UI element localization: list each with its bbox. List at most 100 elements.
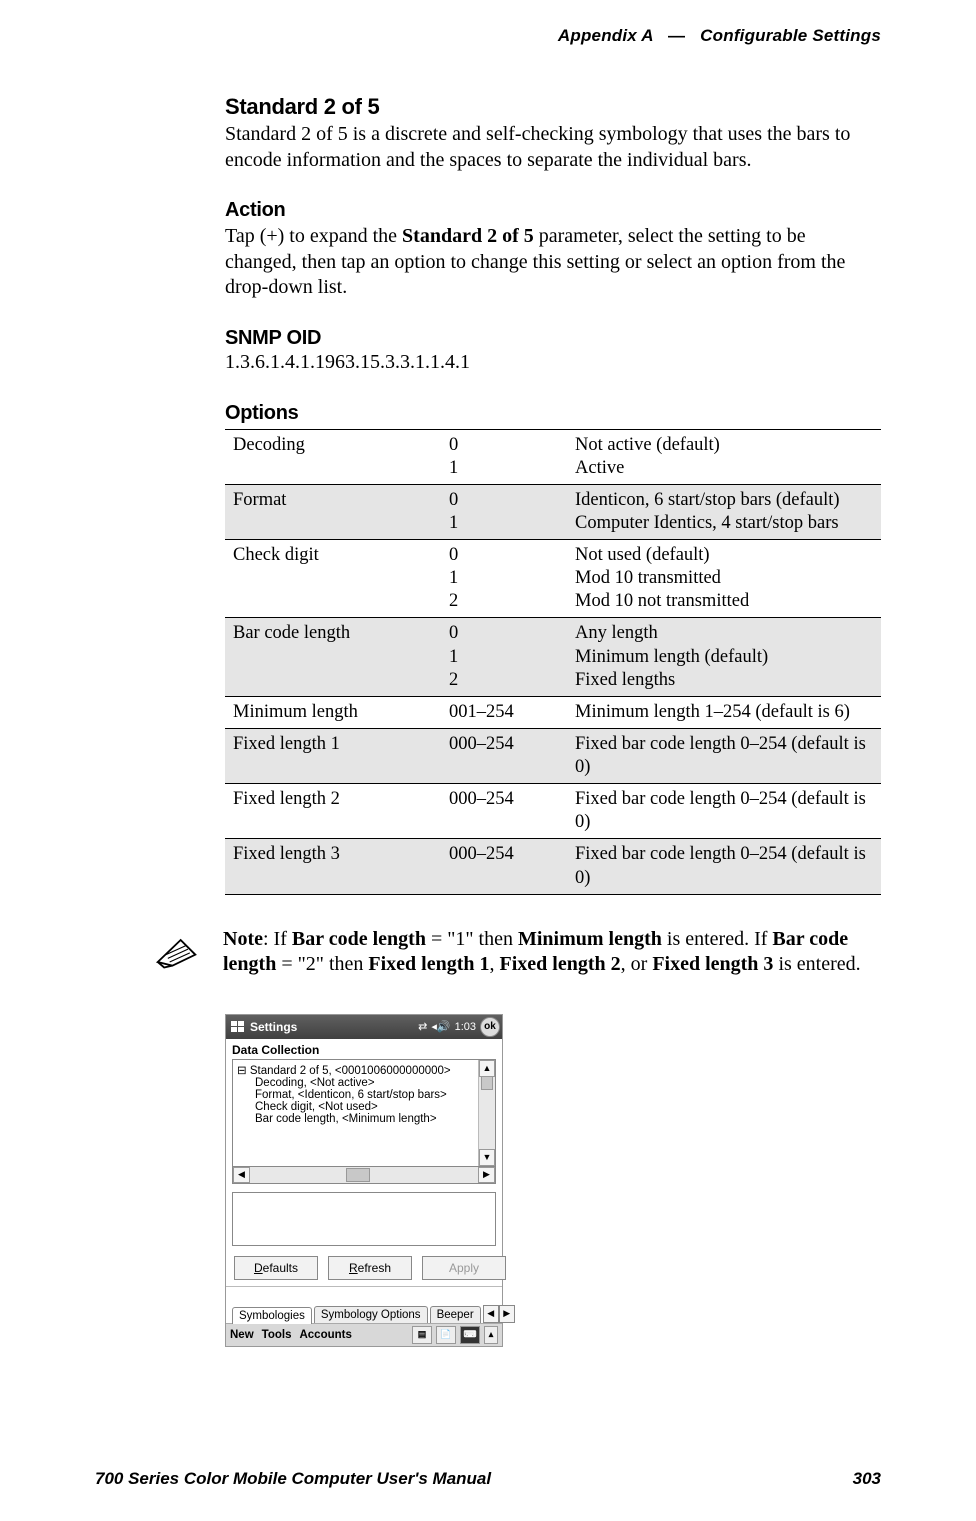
windows-flag-icon (230, 1019, 246, 1035)
scroll-left-arrow-icon[interactable]: ◀ (233, 1167, 250, 1183)
tree-root-label: Standard 2 of 5, <0001006000000000> (250, 1065, 451, 1077)
tab-symbology-options[interactable]: Symbology Options (314, 1306, 428, 1323)
v-scroll-thumb[interactable] (481, 1076, 493, 1090)
ok-button[interactable]: ok (480, 1017, 500, 1037)
window-titlebar: Settings ⇄ ◂🔊 1:03 ok (226, 1015, 502, 1039)
footer-page-number: 303 (853, 1469, 881, 1489)
note-prefix: Note (223, 928, 263, 950)
toolbar-icon-2[interactable]: 📄 (436, 1326, 456, 1344)
tree-item-decoding[interactable]: Decoding, <Not active> (233, 1077, 495, 1089)
note-a: : If (263, 928, 292, 950)
bottom-menu-bar: New Tools Accounts ▤ 📄 ⌨ ▴ (226, 1323, 502, 1346)
note-b6: Fixed length 3 (652, 953, 773, 975)
note-e: = "2" then (276, 953, 368, 975)
snmp-heading: SNMP OID (225, 327, 881, 350)
tree-root[interactable]: ⊟ Standard 2 of 5, <0001006000000000> (233, 1060, 495, 1077)
action-heading: Action (225, 199, 881, 222)
note-b5: Fixed length 2 (500, 953, 621, 975)
connectivity-icon: ⇄ (418, 1020, 427, 1033)
option-name: Check digit (225, 540, 441, 618)
option-codes: 000–254 (441, 728, 567, 783)
toolbar-icon-1[interactable]: ▤ (412, 1326, 432, 1344)
note-icon (155, 931, 199, 976)
option-codes: 000–254 (441, 839, 567, 894)
header-left: Appendix A (558, 26, 653, 45)
running-header: Appendix A — Configurable Settings (95, 26, 881, 46)
tab-beeper[interactable]: Beeper (430, 1306, 481, 1323)
device-screenshot: Settings ⇄ ◂🔊 1:03 ok Data Collection ⊟ … (225, 1014, 503, 1347)
option-name: Fixed length 1 (225, 728, 441, 783)
note-b2: Minimum length (518, 928, 662, 950)
note-f: , (490, 953, 500, 975)
table-row: Format01Identicon, 6 start/stop bars (de… (225, 484, 881, 539)
table-row: Decoding01Not active (default)Active (225, 429, 881, 484)
option-codes: 01 (441, 429, 567, 484)
note-b4: Fixed length 1 (368, 953, 489, 975)
table-row: Bar code length012Any lengthMinimum leng… (225, 618, 881, 696)
vertical-scrollbar[interactable]: ▲ ▼ (478, 1060, 495, 1166)
option-description: Fixed bar code length 0–254 (default is … (567, 839, 881, 894)
option-description: Fixed bar code length 0–254 (default is … (567, 784, 881, 839)
footer-left: 700 Series Color Mobile Computer User's … (95, 1469, 491, 1489)
clock-text: 1:03 (455, 1021, 476, 1033)
header-separator: — (658, 26, 695, 45)
note-b1: Bar code length (292, 928, 426, 950)
option-codes: 01 (441, 484, 567, 539)
options-table: Decoding01Not active (default)ActiveForm… (225, 429, 881, 895)
speaker-icon: ◂🔊 (431, 1020, 450, 1033)
table-row: Fixed length 3000–254Fixed bar code leng… (225, 839, 881, 894)
action-body-before: Tap (+) to expand the (225, 225, 402, 247)
note-block: Note: If Bar code length = "1" then Mini… (225, 927, 881, 978)
page-footer: 700 Series Color Mobile Computer User's … (95, 1469, 881, 1489)
value-editor-box[interactable] (232, 1192, 496, 1246)
action-body-bold: Standard 2 of 5 (402, 225, 534, 247)
option-codes: 001–254 (441, 696, 567, 728)
section-intro: Standard 2 of 5 is a discrete and self-c… (225, 122, 881, 173)
window-title: Settings (250, 1020, 297, 1034)
section-title-standard-2-of-5: Standard 2 of 5 (225, 94, 881, 120)
note-g: , or (621, 953, 653, 975)
option-name: Decoding (225, 429, 441, 484)
tab-scroll-left-icon[interactable]: ◀ (483, 1305, 499, 1323)
refresh-button[interactable]: RefreshRefresh (328, 1256, 412, 1280)
defaults-button[interactable]: DDefaultsefaults (234, 1256, 318, 1280)
tab-scroll-right-icon[interactable]: ▶ (499, 1305, 515, 1323)
tree-item-bar-code-length[interactable]: Bar code length, <Minimum length> (233, 1113, 495, 1125)
action-body: Tap (+) to expand the Standard 2 of 5 pa… (225, 224, 881, 301)
menu-tools[interactable]: Tools (262, 1329, 292, 1341)
note-h: is entered. (773, 953, 860, 975)
apply-button: Apply (422, 1256, 506, 1280)
scroll-right-arrow-icon[interactable]: ▶ (478, 1167, 495, 1183)
tab-bar: Symbologies Symbology Options Beeper ◀ ▶ (226, 1286, 502, 1323)
note-d: is entered. If (662, 928, 773, 950)
tree-item-check-digit[interactable]: Check digit, <Not used> (233, 1101, 495, 1113)
tab-symbologies[interactable]: Symbologies (232, 1307, 312, 1324)
option-name: Fixed length 3 (225, 839, 441, 894)
option-name: Format (225, 484, 441, 539)
settings-tree[interactable]: ⊟ Standard 2 of 5, <0001006000000000> De… (232, 1059, 496, 1167)
snmp-oid-value: 1.3.6.1.4.1.1963.15.3.3.1.1.4.1 (225, 350, 881, 376)
option-description: Any lengthMinimum length (default)Fixed … (567, 618, 881, 696)
panel-title: Data Collection (226, 1039, 502, 1059)
option-codes: 012 (441, 540, 567, 618)
tree-item-format[interactable]: Format, <Identicon, 6 start/stop bars> (233, 1089, 495, 1101)
sip-keyboard-icon[interactable]: ⌨ (460, 1326, 480, 1344)
option-name: Fixed length 2 (225, 784, 441, 839)
scroll-down-arrow-icon[interactable]: ▼ (479, 1149, 495, 1166)
table-row: Check digit012Not used (default)Mod 10 t… (225, 540, 881, 618)
option-description: Minimum length 1–254 (default is 6) (567, 696, 881, 728)
h-scroll-thumb[interactable] (346, 1168, 370, 1182)
option-description: Not used (default)Mod 10 transmittedMod … (567, 540, 881, 618)
menu-accounts[interactable]: Accounts (299, 1329, 351, 1341)
menu-new[interactable]: New (230, 1329, 254, 1341)
table-row: Minimum length001–254Minimum length 1–25… (225, 696, 881, 728)
horizontal-scrollbar[interactable]: ◀ ▶ (232, 1167, 496, 1184)
scroll-up-arrow-icon[interactable]: ▲ (479, 1060, 495, 1077)
sip-arrow-icon[interactable]: ▴ (484, 1326, 498, 1344)
note-text: Note: If Bar code length = "1" then Mini… (223, 927, 881, 978)
note-c: = "1" then (426, 928, 518, 950)
option-name: Minimum length (225, 696, 441, 728)
option-codes: 000–254 (441, 784, 567, 839)
option-description: Fixed bar code length 0–254 (default is … (567, 728, 881, 783)
table-row: Fixed length 1000–254Fixed bar code leng… (225, 728, 881, 783)
